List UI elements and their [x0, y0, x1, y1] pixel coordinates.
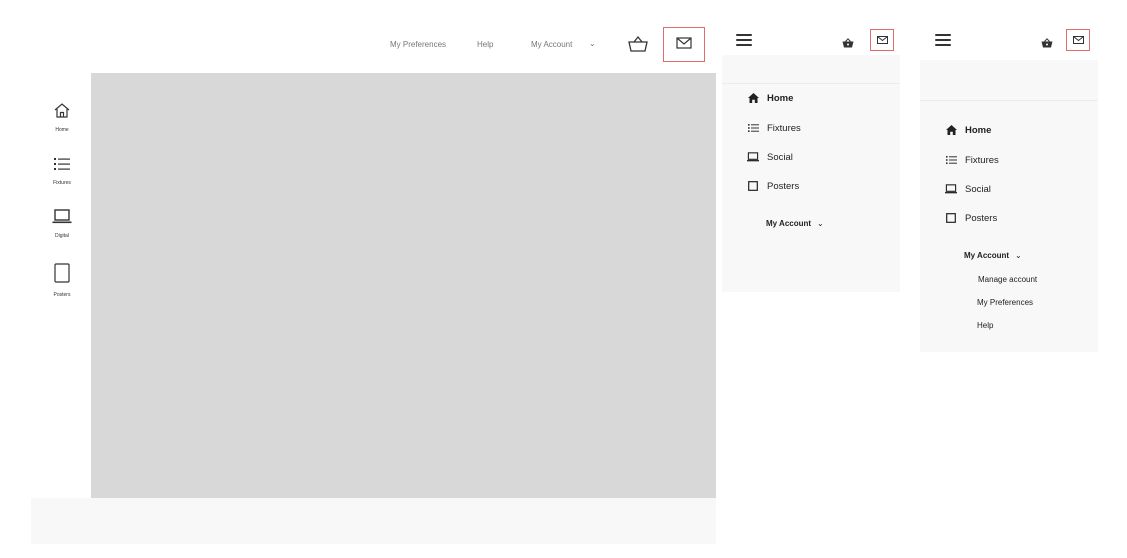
- laptop-icon: [52, 209, 72, 229]
- menu-item-label: Posters: [767, 180, 800, 192]
- footer-placeholder: [31, 498, 716, 544]
- mail-button[interactable]: [663, 27, 705, 62]
- menu-item-label: Social: [965, 183, 991, 195]
- home-icon: [945, 124, 957, 136]
- mail-button[interactable]: [870, 29, 894, 51]
- menu-item-posters[interactable]: Posters: [945, 212, 997, 224]
- menu-item-home[interactable]: Home: [747, 92, 793, 104]
- my-account-label: My Account: [964, 251, 1010, 260]
- mail-icon: [676, 36, 692, 54]
- menu-item-label: Home: [965, 124, 992, 136]
- panel-divider: [920, 100, 1098, 101]
- sidebar-item-label: Posters: [53, 292, 71, 298]
- home-icon: [747, 92, 759, 104]
- laptop-icon: [945, 183, 957, 195]
- mail-icon: [876, 31, 888, 49]
- menu-item-home[interactable]: Home: [945, 124, 991, 136]
- mobile-menu-panel: [920, 60, 1098, 352]
- list-icon: [54, 157, 70, 176]
- my-account-label: My Account: [766, 219, 812, 228]
- sidebar-item-label: Digital: [55, 233, 69, 239]
- menu-item-label: Social: [767, 151, 793, 163]
- basket-icon[interactable]: [842, 35, 854, 48]
- sidebar-item-label: Home: [55, 127, 69, 133]
- hamburger-menu-icon[interactable]: [935, 34, 951, 46]
- submenu-help[interactable]: Help: [977, 321, 993, 330]
- menu-item-posters[interactable]: Posters: [747, 180, 799, 192]
- chevron-down-icon[interactable]: ⌄: [589, 39, 596, 48]
- my-account-toggle[interactable]: My Account ⌄: [964, 251, 1022, 260]
- menu-item-fixtures[interactable]: Fixtures: [747, 122, 801, 134]
- sidebar-item-posters[interactable]: Posters: [40, 263, 84, 298]
- mail-icon: [1072, 31, 1084, 49]
- poster-icon: [54, 263, 70, 288]
- my-account-toggle[interactable]: My Account ⌄: [766, 219, 824, 228]
- menu-item-fixtures[interactable]: Fixtures: [945, 154, 999, 166]
- menu-item-social[interactable]: Social: [945, 183, 991, 195]
- poster-icon: [945, 212, 957, 224]
- sidebar-item-digital[interactable]: Digital: [40, 209, 84, 239]
- menu-item-label: Fixtures: [965, 154, 999, 166]
- content-placeholder: [91, 73, 716, 498]
- basket-icon[interactable]: [627, 35, 649, 53]
- menu-item-social[interactable]: Social: [747, 151, 793, 163]
- menu-item-label: Fixtures: [767, 122, 801, 134]
- list-icon: [945, 154, 957, 166]
- hamburger-menu-icon[interactable]: [736, 34, 752, 46]
- panel-divider: [722, 83, 900, 84]
- nav-my-account-link[interactable]: My Account: [531, 40, 572, 49]
- home-icon: [54, 103, 70, 123]
- submenu-my-preferences[interactable]: My Preferences: [977, 298, 1033, 307]
- mail-button[interactable]: [1066, 29, 1090, 51]
- mobile-menu-panel: [722, 55, 900, 292]
- nav-help-link[interactable]: Help: [477, 40, 493, 49]
- menu-item-label: Home: [767, 92, 794, 104]
- list-icon: [747, 122, 759, 134]
- chevron-down-icon: ⌄: [1015, 251, 1022, 260]
- sidebar-item-fixtures[interactable]: Fixtures: [40, 157, 84, 186]
- poster-icon: [747, 180, 759, 192]
- sidebar-item-home[interactable]: Home: [40, 103, 84, 133]
- sidebar-item-label: Fixtures: [53, 180, 71, 186]
- chevron-down-icon: ⌄: [817, 219, 824, 228]
- menu-item-label: Posters: [965, 212, 998, 224]
- nav-my-preferences-link[interactable]: My Preferences: [390, 40, 446, 49]
- basket-icon[interactable]: [1041, 35, 1053, 48]
- laptop-icon: [747, 151, 759, 163]
- submenu-manage-account[interactable]: Manage account: [978, 275, 1037, 284]
